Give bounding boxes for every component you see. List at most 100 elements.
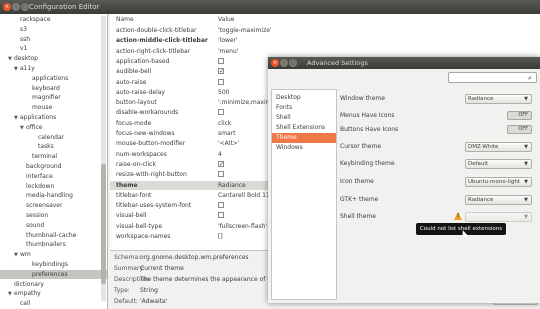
option-dropdown[interactable]: Radiance ▼ (465, 195, 532, 205)
detail-label: Type: (114, 287, 130, 294)
sidebar-item[interactable]: Windows (272, 143, 336, 153)
tree-item[interactable]: ▼ a11y (0, 64, 107, 73)
tree-item[interactable]: applications (0, 74, 107, 83)
key-row[interactable]: action-double-click-titlebar 'toggle-maxi… (110, 26, 540, 35)
tree-item[interactable]: calendar (0, 133, 107, 142)
option-dropdown[interactable]: Default ▼ (465, 159, 532, 169)
tree-item[interactable]: terminal (0, 152, 107, 161)
tree-item[interactable]: screensaver (0, 201, 107, 210)
option-dropdown[interactable]: DMZ-White ▼ (465, 142, 532, 152)
window-titlebar[interactable]: Advanced Settings (268, 57, 540, 69)
tree-item[interactable]: background (0, 162, 107, 171)
maximize-icon[interactable]: □ (21, 3, 29, 11)
detail-row: Type: String (114, 287, 158, 295)
dropdown-value: Default (468, 161, 489, 167)
key-value[interactable]: [] (218, 232, 223, 241)
key-value-checkbox[interactable] (218, 78, 224, 85)
tree-item[interactable]: ▼ empathy (0, 289, 107, 298)
tree-item[interactable]: session (0, 211, 107, 220)
column-header-name[interactable]: Name (116, 16, 134, 23)
toggle-switch[interactable]: OFF (507, 111, 532, 120)
key-value[interactable]: Radiance (218, 181, 246, 190)
sidebar-item[interactable]: Shell Extensions (272, 123, 336, 133)
tree-item[interactable]: sound (0, 221, 107, 230)
tree-item[interactable]: keybindings (0, 260, 107, 269)
option-dropdown[interactable]: Ubuntu-mono-light ▼ (465, 177, 532, 187)
minimize-icon[interactable]: – (12, 3, 20, 11)
key-value-checkbox[interactable] (218, 212, 224, 219)
detail-label: Summary: (114, 265, 145, 272)
key-value[interactable]: 'fullscreen-flash' (218, 222, 267, 231)
detail-label: Default: (114, 298, 138, 305)
key-value[interactable]: 500 (218, 88, 229, 97)
tree-item-label: empathy (14, 290, 41, 298)
key-name: raise-on-click (116, 160, 156, 168)
tree-item[interactable]: ssh (0, 35, 107, 44)
key-value-checkbox[interactable] (218, 171, 224, 178)
dropdown-value: Ubuntu-mono-light (468, 179, 520, 185)
key-row[interactable]: action-middle-click-titlebar 'lower' (110, 36, 540, 45)
minimize-icon[interactable]: – (280, 59, 288, 67)
key-value[interactable]: 'lower' (218, 36, 238, 45)
window-titlebar[interactable]: Configuration Editor (0, 0, 540, 14)
option-dropdown: ▼ (465, 212, 532, 222)
settings-sidebar[interactable]: Desktop Fonts Shell Shell Extensions Theme Wi… (271, 89, 337, 300)
sidebar-item[interactable]: Shell (272, 113, 336, 123)
tree-item-label: a11y (20, 65, 35, 72)
tree-item[interactable]: lockdown (0, 182, 107, 191)
tree-item[interactable]: v1 (0, 44, 107, 53)
key-value[interactable]: click (218, 119, 231, 128)
tree-scrollbar-thumb[interactable] (101, 164, 106, 284)
key-name: resize-with-right-button (116, 171, 187, 179)
sidebar-item[interactable]: Desktop (272, 93, 336, 103)
tree-item[interactable]: call (0, 299, 107, 308)
tree-item-label: mouse (32, 104, 53, 112)
tree-item[interactable]: ▼ applications (0, 113, 107, 122)
tree-item[interactable]: thumbnail-cache (0, 231, 107, 240)
column-header-value[interactable]: Value (218, 16, 234, 23)
sidebar-item[interactable]: Fonts (272, 103, 336, 113)
tree-item-label: desktop (14, 55, 38, 63)
tree-item-label: media-handling (26, 192, 73, 200)
detail-value: org.gnome.desktop.wm.preferences (140, 254, 249, 261)
tree-item[interactable]: media-handling (0, 191, 107, 200)
schema-tree[interactable]: rackspace s3 ssh v1 ▼ desktop ▼ a11y application… (0, 14, 108, 309)
key-row[interactable]: action-right-click-titlebar 'menu' (110, 47, 540, 56)
key-value-checkbox[interactable]: ✓ (218, 68, 224, 75)
tree-item[interactable]: mouse (0, 103, 107, 112)
tree-item[interactable]: keyboard (0, 84, 107, 93)
option-label: GTK+ theme (340, 196, 379, 203)
key-value[interactable]: 'toggle-maximize' (218, 26, 272, 35)
tree-item[interactable]: rackspace (0, 15, 107, 24)
tree-item[interactable]: thumbnailers (0, 240, 107, 249)
tree-item[interactable]: tasks (0, 142, 107, 151)
tree-item-label: calendar (38, 133, 65, 141)
tree-item[interactable]: magnifier (0, 93, 107, 102)
tree-item[interactable]: ▼ wm (0, 250, 107, 259)
key-value[interactable]: smart (218, 129, 235, 138)
key-value-checkbox[interactable]: ✓ (218, 160, 224, 167)
key-value-checkbox[interactable] (218, 57, 224, 64)
key-value[interactable]: 'menu' (218, 47, 238, 56)
tree-item[interactable]: ▼ desktop (0, 54, 107, 63)
option-row: GTK+ theme Radiance ▼ (340, 194, 535, 206)
key-value[interactable]: '<Alt>' (218, 139, 239, 148)
key-name: action-double-click-titlebar (116, 27, 197, 34)
warning-icon: ! (454, 212, 462, 220)
close-icon[interactable]: × (271, 59, 279, 67)
key-value-checkbox[interactable] (218, 202, 224, 209)
toggle-switch[interactable]: OFF (507, 125, 532, 134)
tree-item[interactable]: preferences (0, 269, 107, 279)
search-input[interactable]: ⌕ (448, 72, 537, 83)
tree-item[interactable]: dictionary (0, 280, 107, 289)
maximize-icon[interactable]: □ (289, 59, 297, 67)
key-value[interactable]: Cantarell Bold 11 (218, 191, 270, 200)
tree-item[interactable]: s3 (0, 25, 107, 34)
option-dropdown[interactable]: Radiance ▼ (465, 94, 532, 104)
key-value-checkbox[interactable] (218, 109, 224, 116)
sidebar-item[interactable]: Theme (272, 133, 336, 143)
tree-item[interactable]: interface (0, 172, 107, 181)
key-value[interactable]: 4 (218, 150, 222, 159)
close-icon[interactable]: × (3, 3, 11, 11)
tree-item[interactable]: ▼ office (0, 123, 107, 132)
